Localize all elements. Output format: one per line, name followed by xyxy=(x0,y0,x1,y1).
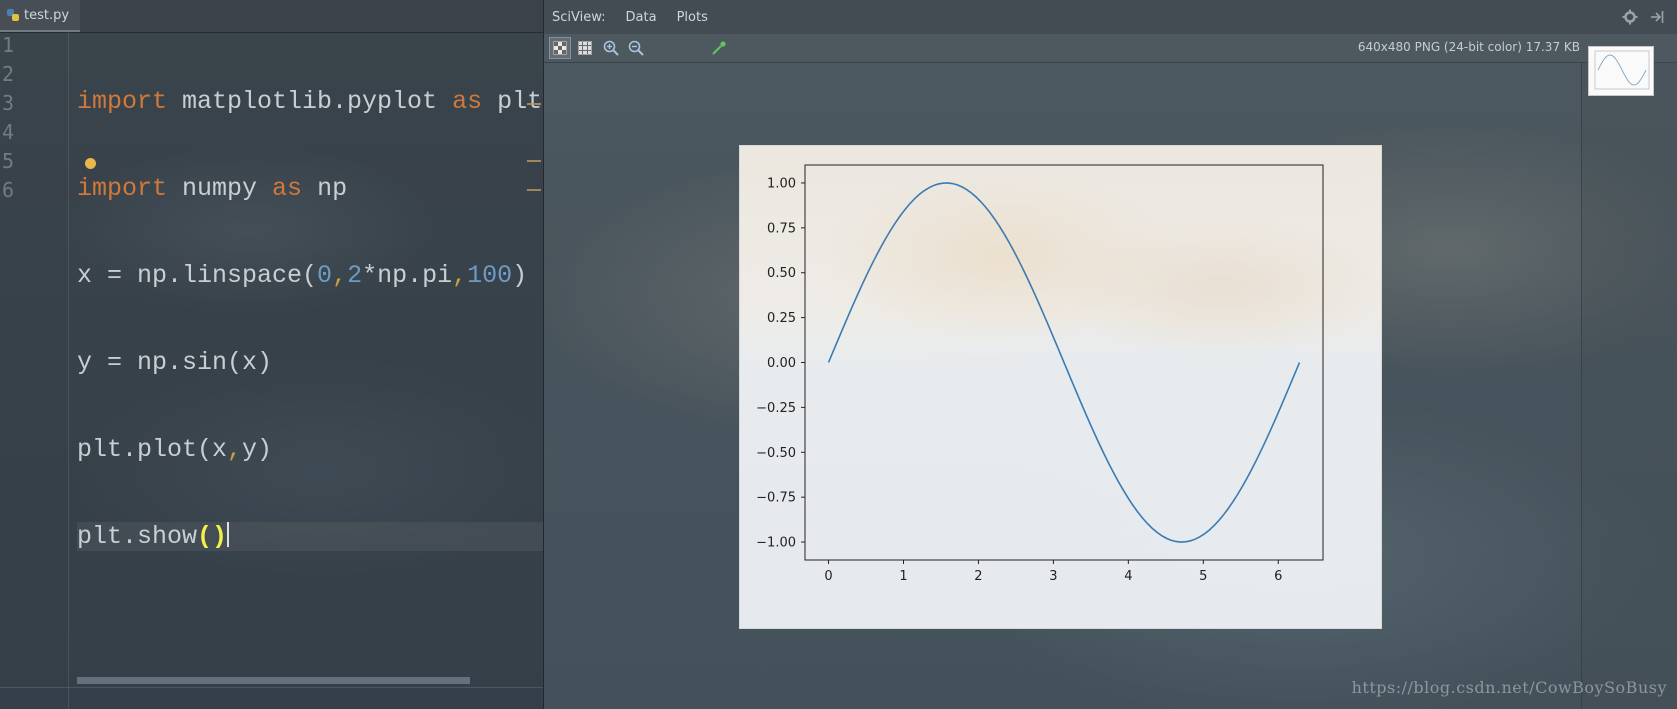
zoom-in-icon xyxy=(603,40,619,56)
line-number-gutter: 1 2 3 4 5 6 xyxy=(0,32,69,709)
error-stripe-marker[interactable] xyxy=(527,103,541,105)
code-line[interactable]: x = np.linspace(0,2*np.pi,100) xyxy=(77,261,543,290)
x-tick-label: 3 xyxy=(1049,569,1057,584)
tab-plots[interactable]: Plots xyxy=(677,10,708,25)
image-info: 640x480 PNG (24-bit color) 17.37 KB xyxy=(1357,40,1580,54)
chessboard-toggle-button[interactable] xyxy=(549,37,571,59)
line-number: 5 xyxy=(2,149,15,173)
error-stripe-marker[interactable] xyxy=(527,160,541,162)
thumbnail-strip xyxy=(1581,62,1677,709)
zoom-out-icon xyxy=(628,40,644,56)
intention-bulb-icon[interactable] xyxy=(85,158,96,169)
watermark: https://blog.csdn.net/CowBoySoBusy xyxy=(1351,678,1667,697)
y-tick-label: −0.50 xyxy=(756,446,796,461)
code-line[interactable]: y = np.sin(x) xyxy=(77,348,543,377)
grid-toggle-button[interactable] xyxy=(574,37,596,59)
x-tick-label: 2 xyxy=(974,569,982,584)
y-tick-label: 1.00 xyxy=(767,176,796,191)
line-number: 2 xyxy=(2,62,15,86)
tab-label: test.py xyxy=(24,7,70,23)
y-tick-label: 0.50 xyxy=(767,266,796,281)
y-tick-label: −0.75 xyxy=(756,491,796,506)
sine-chart: 0 1 2 3 4 5 6 1.00 0.75 0.50 0.25 0.00 −0.25 −0.50 −0.… xyxy=(756,164,1324,584)
line-number: 3 xyxy=(2,91,15,115)
code-line[interactable]: import matplotlib.pyplot as plt xyxy=(77,87,543,116)
tab-data[interactable]: Data xyxy=(626,10,657,25)
horizontal-scrollbar[interactable] xyxy=(77,677,470,684)
code-line[interactable]: import numpy as np xyxy=(77,174,543,203)
y-tick-label: 0.00 xyxy=(767,356,796,371)
sciview-title: SciView: xyxy=(552,9,606,25)
x-tick-label: 6 xyxy=(1274,569,1282,584)
code-area[interactable]: import matplotlib.pyplot as plt import n… xyxy=(77,29,543,609)
eyedropper-icon xyxy=(712,41,726,55)
hide-panel-icon[interactable] xyxy=(1650,9,1664,25)
y-tick-label: 0.75 xyxy=(767,221,796,236)
plot-figure: 0 1 2 3 4 5 6 1.00 0.75 0.50 0.25 0.00 −0.25 −0.50 −0.… xyxy=(739,145,1382,629)
x-tick-label: 5 xyxy=(1199,569,1207,584)
python-file-icon xyxy=(6,8,20,22)
zoom-out-button[interactable] xyxy=(625,37,647,59)
sciview-header: SciView: Data Plots xyxy=(544,0,1677,34)
text-caret xyxy=(227,522,230,547)
line-number: 6 xyxy=(2,178,15,202)
zoom-in-button[interactable] xyxy=(600,37,622,59)
code-editor: test.py 1 2 3 4 5 6 import matplotlib.py… xyxy=(0,0,543,709)
y-tick-label: −1.00 xyxy=(756,536,796,551)
plot-thumbnail[interactable] xyxy=(1588,46,1654,96)
y-tick-label: 0.25 xyxy=(767,311,796,326)
line-number: 1 xyxy=(2,33,15,57)
code-line[interactable]: plt.plot(x,y) xyxy=(77,435,543,464)
x-tick-label: 1 xyxy=(899,569,907,584)
grid-icon xyxy=(578,41,592,55)
y-tick-label: −0.25 xyxy=(756,401,796,416)
code-line-current[interactable]: plt.show() xyxy=(77,522,543,551)
error-stripe-marker[interactable] xyxy=(527,189,541,191)
x-tick-label: 4 xyxy=(1124,569,1132,584)
editor-divider xyxy=(0,687,543,688)
tab-test-py[interactable]: test.py xyxy=(0,0,80,32)
color-picker-button[interactable] xyxy=(708,37,730,59)
x-tick-label: 0 xyxy=(824,569,832,584)
chessboard-icon xyxy=(553,41,567,55)
series-line xyxy=(827,182,1301,543)
gear-icon[interactable] xyxy=(1622,9,1638,25)
line-number: 4 xyxy=(2,120,15,144)
